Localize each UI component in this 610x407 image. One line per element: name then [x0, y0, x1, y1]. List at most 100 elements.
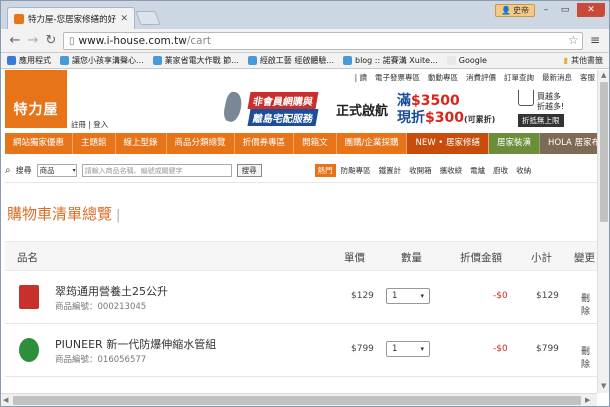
tab-close-icon[interactable]: ✕: [120, 14, 128, 24]
search-button[interactable]: 搜尋: [236, 164, 262, 177]
site-logo[interactable]: 特力屋: [5, 70, 67, 128]
top-link[interactable]: 客服: [580, 72, 595, 83]
delete-link[interactable]: 刪除: [581, 291, 597, 317]
main-nav-item[interactable]: 居家裝潢: [489, 133, 541, 154]
hot-search-item[interactable]: 收開箱: [409, 165, 432, 176]
scroll-down-icon[interactable]: ▼: [601, 382, 606, 390]
product-name[interactable]: 翠筠通用營養土25公升: [55, 283, 168, 299]
hot-search-item[interactable]: 攜收縱: [440, 165, 463, 176]
main-nav-item[interactable]: 線上型錄: [116, 133, 167, 154]
discount-amount: -$0: [493, 291, 508, 301]
banner-line1: 非會員網購與: [247, 92, 319, 109]
account-links[interactable]: 註冊 | 登入: [71, 119, 108, 130]
bookmark-item[interactable]: 業家省電大作戰 節...: [152, 55, 239, 66]
cart-item-row: 翠筠通用營養土25公升 商品編號：000213045 $129 1 ▾ -$0 $129 刪除: [5, 272, 597, 324]
bookmark-icon: [60, 56, 69, 65]
banner-line2: 離島宅配服務: [247, 109, 319, 126]
product-code: 商品編號：000213045: [55, 302, 147, 312]
vertical-scrollbar[interactable]: ▲ ▼: [597, 70, 609, 393]
bookmark-item[interactable]: 應用程式: [7, 55, 51, 66]
scroll-up-icon[interactable]: ▲: [601, 71, 606, 79]
chevron-down-icon: ▾: [420, 292, 424, 300]
unit-price: $799: [351, 344, 374, 354]
reload-icon[interactable]: ↻: [43, 33, 59, 48]
bookmark-icon: [446, 56, 456, 65]
banner-gift-tag: 折抵無上限: [518, 114, 564, 127]
top-link[interactable]: 電子發票專區: [375, 72, 420, 83]
bookmark-icon: [7, 56, 16, 65]
main-nav-item[interactable]: 網站獨家優惠: [5, 133, 74, 154]
browser-window: 特力屋-您居家修繕的好幫手 ✕ 👤 史帝 – ▭ ✕ ← → ↻ ▯ www.i…: [0, 0, 610, 407]
bookmark-item[interactable]: Google: [446, 56, 487, 65]
bookmark-item[interactable]: blog :: 諾賽溝 Xuite...: [342, 55, 438, 66]
main-nav-item[interactable]: 主題館: [73, 133, 116, 154]
banner-promo2: 現折$300(可累折): [397, 110, 496, 126]
hot-search-item[interactable]: 收納: [516, 165, 531, 176]
banner-gift-text: 買越多 折越多!: [537, 92, 565, 111]
new-tab-button[interactable]: [135, 11, 161, 25]
delete-link[interactable]: 刪除: [581, 344, 597, 370]
bookmarks-bar: 應用程式 讓您小孩享溝聲心... 業家省電大作戰 節... 經啟工藝 經啟體驗... b…: [1, 53, 609, 69]
horizontal-scroll-thumb[interactable]: [13, 396, 581, 405]
bookmark-label: 應用程式: [19, 56, 51, 65]
main-nav-item[interactable]: 團購/企業採購: [337, 133, 408, 154]
main-nav-item[interactable]: 商品分類總覽: [167, 133, 235, 154]
col-qty: 數量: [401, 252, 422, 264]
main-nav-item[interactable]: NEW • 居家修繕: [407, 133, 490, 154]
subtotal: $129: [536, 291, 559, 301]
minimize-icon[interactable]: –: [537, 3, 555, 17]
address-bar[interactable]: ▯ www.i-house.com.tw/cart: [63, 32, 583, 50]
bookmark-label: Google: [458, 56, 487, 65]
hot-search-item[interactable]: 鐵置計: [379, 165, 402, 176]
banner-start: 正式啟航: [336, 104, 389, 119]
hot-search-item[interactable]: 防颱專區: [341, 165, 371, 176]
main-nav-item[interactable]: 開箱文: [294, 133, 337, 154]
top-link[interactable]: 最新消息: [542, 72, 572, 83]
product-thumbnail[interactable]: [19, 285, 39, 309]
bookmark-item[interactable]: 讓您小孩享溝聲心...: [60, 55, 144, 66]
page-title: 購物車清單總覽 |: [7, 205, 121, 223]
main-nav-item[interactable]: 折價券專區: [235, 133, 295, 154]
promo-banner[interactable]: 非會員網購與 離島宅配服務 正式啟航 滿$3500 現折$300(可累折) 買越…: [222, 88, 597, 128]
cart-table-header: 品名 單價 數量 折價金額 小計 變更: [5, 241, 597, 271]
main-nav-item[interactable]: HOLA 居家布置: [540, 133, 597, 154]
horizontal-scrollbar[interactable]: ◀ ▶: [1, 393, 597, 406]
bookmark-label: 經啟工藝 經啟體驗...: [259, 56, 334, 65]
web-page: | 讀電子發票專區 動動專區 消費評價 訂單查詢 最新消息 客服 特力屋 註冊 | 登入 …: [1, 70, 597, 393]
search-scope-select[interactable]: 商品 ▾: [36, 164, 77, 177]
maximize-icon[interactable]: ▭: [556, 3, 574, 17]
top-link[interactable]: 動動專區: [428, 72, 458, 83]
scroll-right-icon[interactable]: ▶: [585, 396, 590, 404]
cart-item-row: PIUNEER 新一代防爆伸縮水管組 商品編號：016056577 $799 1 ▾ -$…: [5, 325, 597, 377]
scroll-left-icon[interactable]: ◀: [3, 396, 8, 404]
browser-menu-icon[interactable]: ≡: [590, 33, 600, 47]
main-nav: 網站獨家優惠 主題館 線上型錄 商品分類總覽 折價券專區 開箱文 團購/企業採購 NEW • …: [5, 133, 597, 154]
browser-tab[interactable]: 特力屋-您居家修繕的好幫手 ✕: [7, 7, 135, 29]
product-thumbnail[interactable]: [19, 338, 39, 362]
site-favicon-icon: [14, 13, 24, 24]
bookmark-star-icon[interactable]: ☆: [568, 33, 579, 47]
bookmark-icon: [247, 56, 257, 65]
top-link[interactable]: | 讀: [355, 72, 367, 83]
page-icon: ▯: [69, 35, 75, 47]
col-name: 品名: [17, 252, 38, 264]
vertical-scroll-thumb[interactable]: [600, 82, 608, 222]
product-name[interactable]: PIUNEER 新一代防爆伸縮水管組: [55, 336, 216, 352]
top-link[interactable]: 訂單查詢: [504, 72, 534, 83]
quantity-select[interactable]: 1 ▾: [386, 288, 430, 304]
back-icon[interactable]: ←: [7, 33, 23, 48]
hot-search-item[interactable]: 廚收: [493, 165, 508, 176]
discount-amount: -$0: [493, 344, 508, 354]
bookmark-item[interactable]: 經啟工藝 經啟體驗...: [247, 55, 334, 66]
hot-search-item[interactable]: 電爐: [470, 165, 485, 176]
col-subtotal: 小計: [531, 252, 552, 264]
quantity-select[interactable]: 1 ▾: [386, 341, 430, 357]
top-link[interactable]: 消費評價: [466, 72, 496, 83]
close-window-icon[interactable]: ✕: [577, 3, 605, 17]
search-input[interactable]: 請輸入商品名稱、編號或關鍵字: [81, 164, 232, 177]
profile-button[interactable]: 👤 史帝: [495, 4, 535, 17]
col-price: 單價: [344, 252, 365, 264]
other-bookmarks[interactable]: ▮ 其他書籤: [564, 55, 603, 66]
hot-label: 熱門: [314, 164, 336, 177]
forward-icon[interactable]: →: [25, 33, 41, 48]
